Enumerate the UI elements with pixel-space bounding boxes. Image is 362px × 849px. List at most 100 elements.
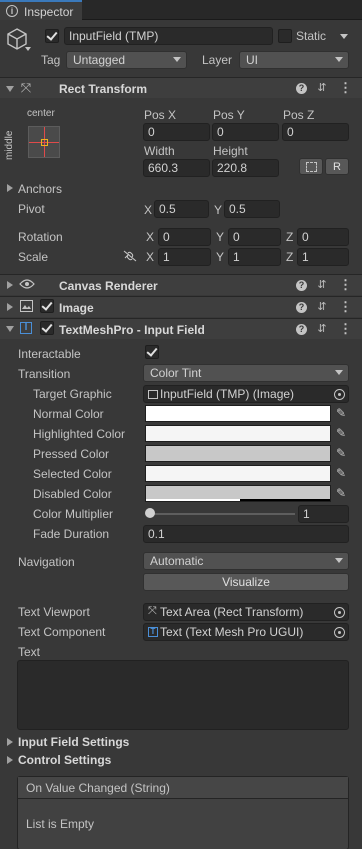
color-multiplier-field[interactable]: 1 [298,505,349,523]
foldout-arrow-icon[interactable] [6,326,14,332]
canvas-renderer-header[interactable]: Canvas Renderer ? ⇵ ⋮ [0,274,362,295]
anchor-preset-button[interactable] [28,126,60,158]
image-icon [148,390,158,399]
scale-label: Scale [18,250,49,264]
highlighted-color-label: Highlighted Color [33,427,126,441]
input-field-enabled-checkbox[interactable] [40,321,54,335]
input-field-settings-foldout-icon[interactable] [7,738,13,746]
help-icon[interactable]: ? [296,302,307,313]
anchor-v-label: middle [4,130,15,160]
more-options-icon[interactable]: ⋮ [339,300,352,313]
eyedropper-icon[interactable]: ✎ [334,426,348,440]
more-options-icon[interactable]: ⋮ [339,322,352,335]
static-checkbox[interactable] [278,29,292,43]
blueprint-mode-button[interactable] [299,158,323,175]
text-viewport-label: Text Viewport [18,605,90,619]
eyedropper-icon[interactable]: ✎ [334,486,348,500]
pivot-label: Pivot [18,202,45,216]
raw-edit-button[interactable]: R [325,158,349,175]
selected-color-swatch[interactable] [145,465,331,482]
pos-x-label: Pos X [144,108,177,122]
pivot-x-field[interactable]: 0.5 [154,200,209,218]
rect-transform-header[interactable]: ⤧ Rect Transform ? ⇵ ⋮ [0,77,362,98]
object-picker-icon[interactable] [334,627,345,638]
tab-inspector[interactable]: i Inspector [0,0,82,20]
tag-dropdown[interactable]: Untagged [66,51,187,69]
highlighted-color-swatch[interactable] [145,425,331,442]
color-multiplier-track[interactable] [148,513,295,515]
eyedropper-icon[interactable]: ✎ [334,466,348,480]
pos-x-field[interactable]: 0 [143,123,210,141]
control-settings-label[interactable]: Control Settings [18,753,111,767]
rect-transform-icon: ⤧ [20,80,32,95]
rot-x-field[interactable]: 0 [158,228,211,246]
static-dropdown-arrow[interactable] [340,34,348,39]
anchors-label[interactable]: Anchors [18,182,62,196]
input-field-title: TextMeshPro - Input Field [59,323,205,337]
presets-icon[interactable]: ⇵ [316,279,328,291]
image-icon [20,300,33,312]
input-field-settings-label[interactable]: Input Field Settings [18,735,129,749]
image-enabled-checkbox[interactable] [40,299,54,313]
text-component-field[interactable]: T Text (Text Mesh Pro UGUI) [143,623,349,641]
layer-dropdown[interactable]: UI [239,51,349,69]
link-icon[interactable] [123,250,137,262]
presets-icon[interactable]: ⇵ [316,82,328,94]
more-options-icon[interactable]: ⋮ [339,81,352,94]
pos-z-label: Pos Z [283,108,315,122]
scale-z-field[interactable]: 1 [297,248,349,266]
anchor-dot [41,139,48,146]
text-viewport-field[interactable]: ⤧ Text Area (Rect Transform) [143,603,349,621]
rot-z-field[interactable]: 0 [297,228,349,246]
rot-y-field[interactable]: 0 [228,228,281,246]
height-field[interactable]: 220.8 [212,159,279,177]
pivot-y-field[interactable]: 0.5 [224,200,280,218]
navigation-dropdown[interactable]: Automatic [143,552,349,570]
alpha-bar [146,499,240,501]
eyedropper-icon[interactable]: ✎ [334,406,348,420]
object-picker-icon[interactable] [334,389,345,400]
foldout-arrow-icon[interactable] [7,281,13,289]
navigation-value: Automatic [150,554,204,568]
active-checkbox[interactable] [45,29,59,43]
event-header: On Value Changed (String) [18,777,348,799]
fade-duration-field[interactable]: 0.1 [143,525,349,543]
normal-color-swatch[interactable] [145,405,331,422]
pressed-color-swatch[interactable] [145,445,331,462]
pos-z-field[interactable]: 0 [282,123,349,141]
rot-y-axis: Y [216,230,225,244]
width-field[interactable]: 660.3 [143,159,210,177]
object-picker-icon[interactable] [334,607,345,618]
pivot-y-axis: Y [214,203,223,217]
scale-x-field[interactable]: 1 [158,248,211,266]
more-options-icon[interactable]: ⋮ [339,278,352,291]
transition-value: Color Tint [150,366,202,380]
pos-y-field[interactable]: 0 [212,123,279,141]
transition-dropdown[interactable]: Color Tint [143,364,349,382]
scale-y-field[interactable]: 1 [228,248,281,266]
help-icon[interactable]: ? [296,280,307,291]
visualize-button[interactable]: Visualize [143,573,349,591]
control-settings-foldout-icon[interactable] [7,756,13,764]
target-graphic-field[interactable]: InputField (TMP) (Image) [143,385,349,403]
anchors-foldout-icon[interactable] [7,184,13,192]
eyedropper-icon[interactable]: ✎ [334,446,348,460]
presets-icon[interactable]: ⇵ [316,301,328,313]
interactable-checkbox[interactable] [145,345,159,359]
text-input-area[interactable] [17,660,349,730]
presets-icon[interactable]: ⇵ [316,323,328,335]
icon-dropdown-arrow[interactable] [25,47,31,51]
text-component-value: Text (Text Mesh Pro UGUI) [160,625,304,639]
help-icon[interactable]: ? [296,83,307,94]
image-header[interactable]: Image ? ⇵ ⋮ [0,296,362,317]
disabled-color-swatch[interactable] [145,485,331,502]
help-icon[interactable]: ? [296,324,307,335]
foldout-arrow-icon[interactable] [7,303,13,311]
scale-z-axis: Z [286,250,294,264]
on-value-changed-event: On Value Changed (String) List is Empty [17,776,349,849]
static-label: Static [296,29,327,43]
input-field-header[interactable]: I TextMeshPro - Input Field ? ⇵ ⋮ [0,318,362,339]
object-name-field[interactable]: InputField (TMP) [64,27,273,45]
foldout-arrow-icon[interactable] [6,86,14,92]
color-multiplier-knob[interactable] [145,508,155,518]
